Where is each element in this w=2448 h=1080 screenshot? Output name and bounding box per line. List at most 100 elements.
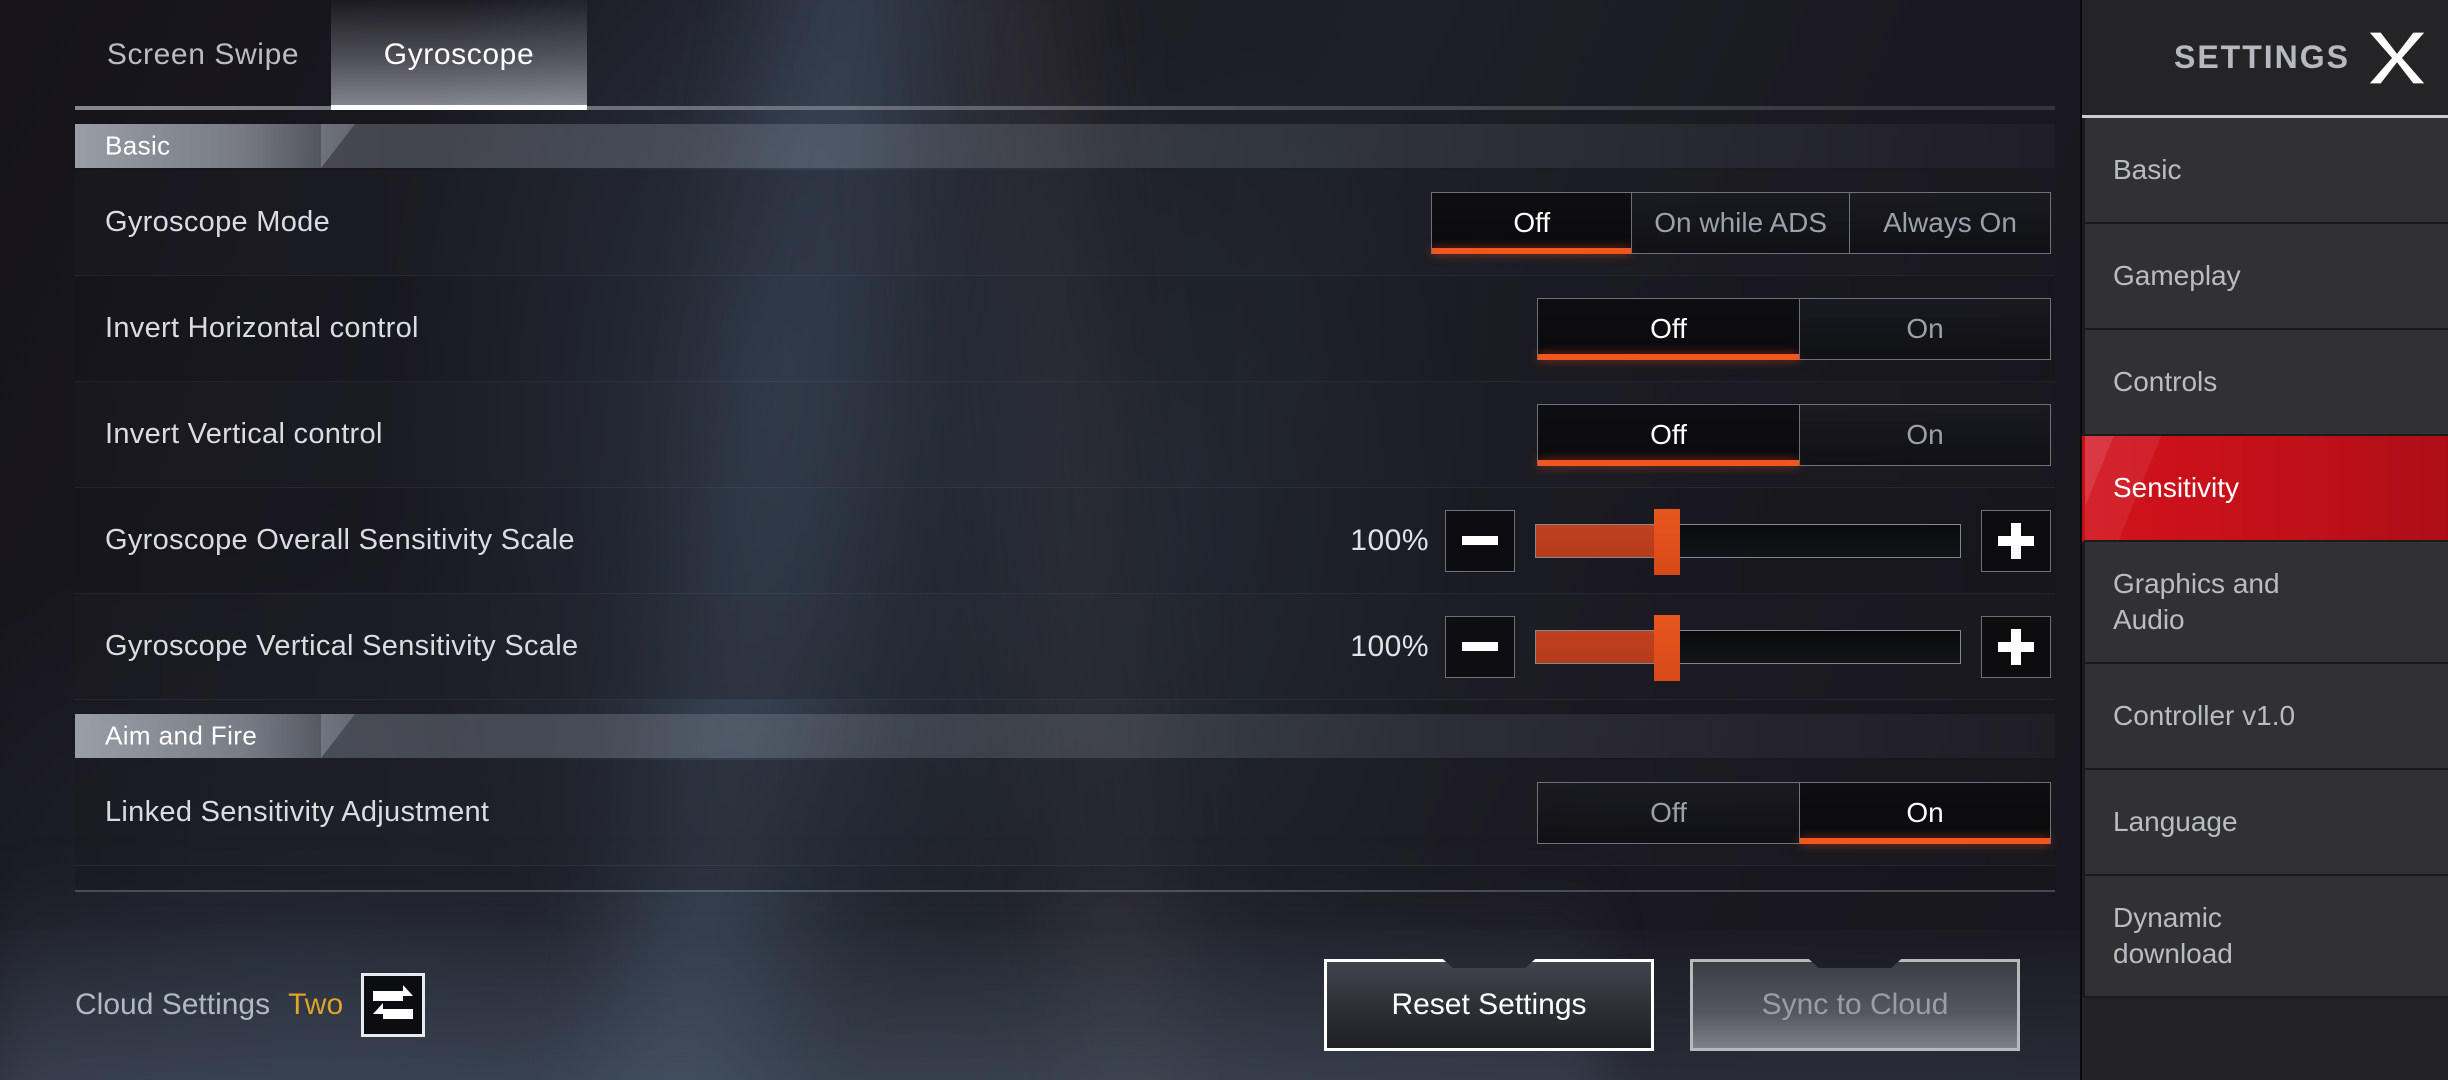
sidebar-header: SETTINGS	[2082, 0, 2448, 118]
cloud-settings-group: Cloud Settings Two	[75, 973, 426, 1037]
sidebar-item-controller[interactable]: Controller v1.0	[2082, 664, 2448, 770]
cloud-settings-slot: Two	[288, 988, 344, 1021]
slider-vertical-sensitivity: 100%	[1319, 614, 2051, 681]
sidebar-item-label: Gameplay	[2113, 260, 2241, 291]
segment-option-off[interactable]: Off	[1538, 782, 1800, 843]
segment-option-always-on[interactable]: Always On	[1850, 192, 2050, 253]
section-banner-tail	[321, 124, 2055, 168]
row-label: Gyroscope Vertical Sensitivity Scale	[105, 630, 579, 662]
sidebar-item-graphics-and-audio[interactable]: Graphics and Audio	[2082, 542, 2448, 664]
segment-option-off[interactable]: Off	[1538, 298, 1800, 360]
tab-screen-swipe[interactable]: Screen Swipe	[75, 0, 331, 110]
row-invert-vertical-control: Invert Vertical control Off On	[75, 382, 2055, 488]
slider-fill	[1536, 524, 1668, 557]
tab-label: Gyroscope	[383, 38, 535, 71]
plus-icon	[1998, 628, 2034, 665]
sidebar-title: SETTINGS	[2173, 39, 2350, 75]
section-title: Basic	[105, 130, 171, 161]
section-title: Aim and Fire	[105, 720, 258, 751]
decrement-button[interactable]	[1445, 509, 1515, 572]
sidebar-item-dynamic-download[interactable]: Dynamic download	[2082, 876, 2448, 998]
tab-label: Screen Swipe	[106, 38, 300, 71]
footer-bar: Cloud Settings Two Reset Settings Sync t…	[0, 930, 2080, 1080]
minus-icon	[1462, 536, 1498, 545]
segment-label: Off	[1513, 206, 1551, 238]
tab-active-underline	[331, 105, 587, 110]
tab-gyroscope[interactable]: Gyroscope	[331, 0, 587, 110]
sidebar-item-label: Controller v1.0	[2113, 700, 2296, 731]
row-label: Gyroscope Overall Sensitivity Scale	[105, 524, 575, 556]
reset-settings-label: Reset Settings	[1391, 988, 1587, 1021]
swap-arrows-icon[interactable]	[361, 973, 426, 1037]
tab-bar: Screen Swipe Gyroscope	[75, 0, 2055, 110]
sidebar-item-sensitivity[interactable]: Sensitivity	[2082, 436, 2448, 542]
segment-label: Off	[1650, 796, 1687, 828]
settings-screen: Screen Swipe Gyroscope Basic Gyroscope M…	[0, 0, 2448, 1080]
row-control: Off On	[1537, 781, 2051, 844]
segmented-invert-horizontal: Off On	[1537, 297, 2051, 360]
slider-value: 100%	[1350, 523, 1429, 557]
slider-track[interactable]	[1535, 614, 1961, 681]
segment-option-on[interactable]: On	[1800, 298, 2050, 359]
section-banner-tail	[321, 714, 2055, 758]
row-label: Gyroscope Mode	[105, 206, 331, 238]
segment-option-off[interactable]: Off	[1432, 192, 1633, 254]
row-label: Invert Horizontal control	[105, 312, 419, 344]
slider-value: 100%	[1350, 629, 1429, 663]
row-control: 100%	[1319, 614, 2051, 681]
settings-sidebar: SETTINGS Basic Gameplay Controls Sensiti…	[2080, 0, 2448, 1080]
segment-option-on[interactable]: On	[1800, 404, 2050, 465]
section-header-aim-and-fire: Aim and Fire	[75, 714, 2055, 758]
decrement-button[interactable]	[1445, 615, 1515, 678]
sidebar-item-label: Basic	[2113, 154, 2182, 185]
footer-actions: Reset Settings Sync to Cloud	[1324, 959, 2020, 1051]
segmented-linked-sensitivity: Off On	[1537, 781, 2051, 844]
segment-label: Always On	[1883, 206, 2017, 238]
row-gyroscope-vertical-sensitivity-scale: Gyroscope Vertical Sensitivity Scale 100…	[75, 594, 2055, 700]
row-gyroscope-overall-sensitivity-scale: Gyroscope Overall Sensitivity Scale 100%	[75, 488, 2055, 594]
sync-to-cloud-button[interactable]: Sync to Cloud	[1690, 959, 2020, 1051]
slider-handle[interactable]	[1654, 508, 1681, 575]
sync-to-cloud-label: Sync to Cloud	[1761, 988, 1949, 1021]
row-label: Linked Sensitivity Adjustment	[105, 796, 490, 828]
sidebar-item-label: Controls	[2113, 366, 2218, 397]
sidebar-item-gameplay[interactable]: Gameplay	[2082, 224, 2448, 330]
segment-option-on-while-ads[interactable]: On while ADS	[1632, 192, 1850, 253]
slider-track[interactable]	[1535, 508, 1961, 575]
increment-button[interactable]	[1981, 509, 2051, 572]
increment-button[interactable]	[1981, 615, 2051, 678]
sidebar-item-basic[interactable]: Basic	[2082, 118, 2448, 224]
segment-option-on[interactable]: On	[1800, 782, 2050, 844]
row-control: Off On	[1537, 297, 2051, 360]
sidebar-item-label: Graphics and Audio	[2113, 568, 2280, 635]
row-label: Invert Vertical control	[105, 418, 383, 450]
close-x-icon[interactable]	[2368, 29, 2426, 87]
segmented-gyroscope-mode: Off On while ADS Always On	[1431, 191, 2051, 254]
cloud-settings-label: Cloud Settings	[75, 988, 271, 1021]
sidebar-item-language[interactable]: Language	[2082, 770, 2448, 876]
row-control: Off On	[1537, 403, 2051, 466]
sidebar-list: Basic Gameplay Controls Sensitivity Grap…	[2082, 118, 2448, 998]
sidebar-item-label: Dynamic download	[2113, 902, 2233, 969]
settings-rows-basic: Gyroscope Mode Off On while ADS Always O…	[75, 170, 2055, 700]
segmented-invert-vertical: Off On	[1537, 403, 2051, 466]
sidebar-item-controls[interactable]: Controls	[2082, 330, 2448, 436]
sidebar-item-label: Sensitivity	[2113, 472, 2240, 503]
section-header-basic: Basic	[75, 124, 2055, 168]
segment-label: Off	[1650, 312, 1687, 344]
minus-icon	[1462, 642, 1498, 651]
slider-overall-sensitivity: 100%	[1319, 508, 2051, 575]
slider-handle[interactable]	[1654, 614, 1681, 681]
segment-label: On	[1906, 418, 1944, 450]
row-linked-sensitivity-adjustment: Linked Sensitivity Adjustment Off On	[75, 760, 2055, 866]
row-control: Off On while ADS Always On	[1431, 191, 2051, 254]
row-control: 100%	[1319, 508, 2051, 575]
row-partial-next	[75, 866, 2055, 892]
segment-option-off[interactable]: Off	[1538, 404, 1800, 466]
segment-label: On while ADS	[1654, 206, 1827, 238]
row-invert-horizontal-control: Invert Horizontal control Off On	[75, 276, 2055, 382]
segment-label: On	[1906, 796, 1944, 828]
main-panel: Screen Swipe Gyroscope Basic Gyroscope M…	[0, 0, 2080, 1080]
reset-settings-button[interactable]: Reset Settings	[1324, 959, 1654, 1051]
segment-label: Off	[1650, 418, 1687, 450]
